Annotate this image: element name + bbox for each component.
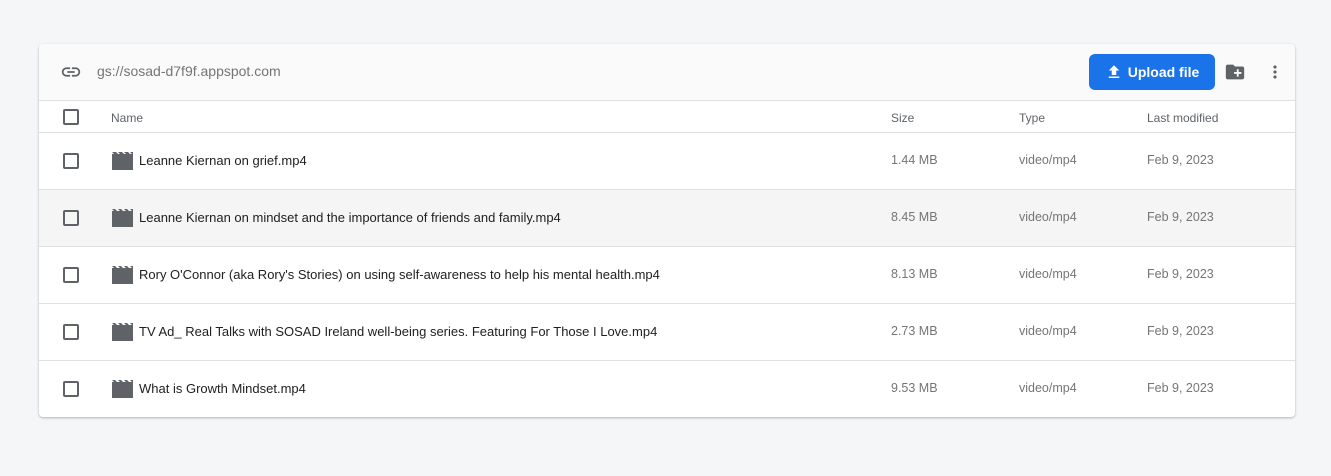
column-header-type[interactable]: Type	[1019, 111, 1045, 125]
column-header-name[interactable]: Name	[111, 111, 143, 125]
file-last-modified: Feb 9, 2023	[1147, 210, 1214, 224]
row-checkbox[interactable]	[63, 381, 79, 397]
table-row[interactable]: What is Growth Mindset.mp4 9.53 MB video…	[39, 361, 1295, 417]
row-checkbox[interactable]	[63, 210, 79, 226]
select-all-checkbox[interactable]	[63, 109, 79, 125]
table-row[interactable]: Rory O'Connor (aka Rory's Stories) on us…	[39, 247, 1295, 304]
file-type: video/mp4	[1019, 267, 1077, 281]
upload-file-button[interactable]: Upload file	[1089, 54, 1215, 90]
file-name[interactable]: Rory O'Connor (aka Rory's Stories) on us…	[139, 267, 660, 282]
file-name[interactable]: Leanne Kiernan on grief.mp4	[139, 153, 307, 168]
file-size: 9.53 MB	[891, 381, 938, 395]
file-last-modified: Feb 9, 2023	[1147, 267, 1214, 281]
file-last-modified: Feb 9, 2023	[1147, 324, 1214, 338]
create-folder-icon[interactable]	[1224, 61, 1246, 83]
file-name[interactable]: TV Ad_ Real Talks with SOSAD Ireland wel…	[139, 324, 657, 339]
column-header-last-modified[interactable]: Last modified	[1147, 111, 1218, 125]
file-type: video/mp4	[1019, 153, 1077, 167]
file-type: video/mp4	[1019, 381, 1077, 395]
file-size: 2.73 MB	[891, 324, 938, 338]
row-checkbox[interactable]	[63, 267, 79, 283]
table-row[interactable]: Leanne Kiernan on grief.mp4 1.44 MB vide…	[39, 133, 1295, 190]
movie-file-icon	[112, 323, 133, 341]
file-last-modified: Feb 9, 2023	[1147, 153, 1214, 167]
movie-file-icon	[112, 152, 133, 170]
file-size: 8.13 MB	[891, 267, 938, 281]
column-header-size[interactable]: Size	[891, 111, 914, 125]
file-type: video/mp4	[1019, 210, 1077, 224]
bucket-path: gs://sosad-d7f9f.appspot.com	[97, 63, 281, 79]
more-vert-icon[interactable]	[1265, 61, 1285, 83]
table-row[interactable]: TV Ad_ Real Talks with SOSAD Ireland wel…	[39, 304, 1295, 361]
toolbar: gs://sosad-d7f9f.appspot.com Upload file	[39, 44, 1295, 101]
table-row[interactable]: Leanne Kiernan on mindset and the import…	[39, 190, 1295, 247]
upload-file-label: Upload file	[1127, 64, 1200, 80]
movie-file-icon	[112, 380, 133, 398]
upload-icon	[1108, 65, 1119, 78]
movie-file-icon	[112, 266, 133, 284]
file-name[interactable]: What is Growth Mindset.mp4	[139, 381, 306, 396]
link-icon[interactable]	[60, 61, 82, 83]
file-name[interactable]: Leanne Kiernan on mindset and the import…	[139, 210, 561, 225]
file-size: 8.45 MB	[891, 210, 938, 224]
file-size: 1.44 MB	[891, 153, 938, 167]
file-last-modified: Feb 9, 2023	[1147, 381, 1214, 395]
movie-file-icon	[112, 209, 133, 227]
row-checkbox[interactable]	[63, 324, 79, 340]
storage-file-browser: gs://sosad-d7f9f.appspot.com Upload file…	[39, 44, 1295, 417]
table-header: Name Size Type Last modified	[39, 101, 1295, 133]
file-type: video/mp4	[1019, 324, 1077, 338]
row-checkbox[interactable]	[63, 153, 79, 169]
